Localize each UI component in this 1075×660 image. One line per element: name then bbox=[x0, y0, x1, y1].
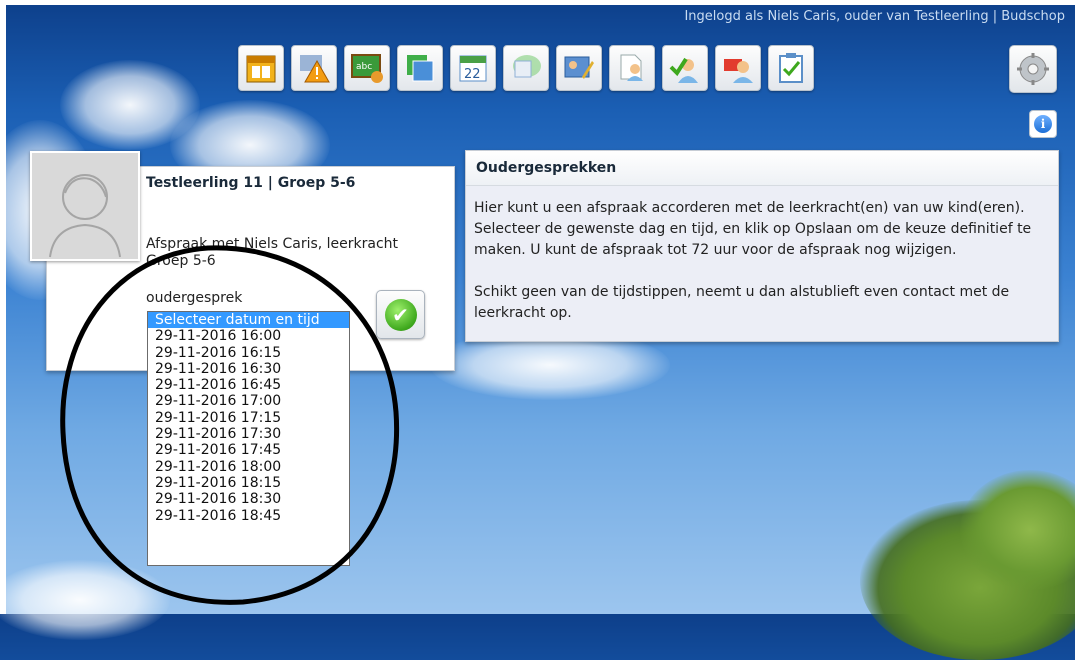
info-panel-title: Oudergesprekken bbox=[466, 151, 1058, 186]
datetime-option[interactable]: 29-11-2016 16:00 bbox=[148, 328, 349, 344]
student-title: Testleerling 11 | Groep 5-6 bbox=[146, 175, 356, 191]
clipboard-check-icon[interactable] bbox=[768, 45, 814, 91]
save-button[interactable]: ✔ bbox=[376, 290, 425, 339]
person-edit-icon[interactable] bbox=[609, 45, 655, 91]
person-check-icon[interactable] bbox=[662, 45, 708, 91]
chat-icon[interactable] bbox=[503, 45, 549, 91]
info-panel-body: Hier kunt u een afspraak accorderen met … bbox=[466, 186, 1058, 341]
appointment-type-label: oudergesprek bbox=[146, 290, 243, 306]
cloud bbox=[0, 560, 170, 640]
date-icon[interactable]: 22 bbox=[450, 45, 496, 91]
info-panel: Oudergesprekken Hier kunt u een afspraak… bbox=[465, 150, 1059, 342]
datetime-option[interactable]: 29-11-2016 17:00 bbox=[148, 393, 349, 409]
top-border bbox=[0, 0, 1075, 5]
datetime-option[interactable]: 29-11-2016 17:15 bbox=[148, 410, 349, 426]
person-card-icon[interactable] bbox=[715, 45, 761, 91]
info-paragraph: Hier kunt u een afspraak accorderen met … bbox=[474, 200, 1032, 258]
datetime-option[interactable]: 29-11-2016 17:45 bbox=[148, 442, 349, 458]
calendar-icon[interactable] bbox=[238, 45, 284, 91]
datetime-select-list[interactable]: Selecteer datum en tijd 29-11-2016 16:00 2… bbox=[147, 311, 350, 566]
datetime-option[interactable]: 29-11-2016 18:15 bbox=[148, 475, 349, 491]
info-icon: i bbox=[1034, 115, 1052, 133]
datetime-option[interactable]: 29-11-2016 16:45 bbox=[148, 377, 349, 393]
left-border bbox=[0, 0, 6, 614]
id-card-icon[interactable] bbox=[556, 45, 602, 91]
gear-icon bbox=[1017, 53, 1049, 85]
datetime-option[interactable]: 29-11-2016 16:15 bbox=[148, 345, 349, 361]
datetime-option[interactable]: 29-11-2016 18:45 bbox=[148, 508, 349, 524]
blackboard-icon[interactable]: abc bbox=[344, 45, 390, 91]
checkmark-icon: ✔ bbox=[384, 298, 417, 331]
datetime-option[interactable]: 29-11-2016 18:30 bbox=[148, 491, 349, 507]
info-button[interactable]: i bbox=[1029, 110, 1057, 138]
windows-icon[interactable] bbox=[397, 45, 443, 91]
svg-text:abc: abc bbox=[356, 62, 372, 72]
datetime-option[interactable]: 29-11-2016 17:30 bbox=[148, 426, 349, 442]
warning-icon[interactable] bbox=[291, 45, 337, 91]
select-placeholder-option[interactable]: Selecteer datum en tijd bbox=[148, 312, 349, 329]
info-paragraph: Schikt geen van de tijdstippen, neemt u … bbox=[474, 284, 1010, 321]
appointment-description: Afspraak met Niels Caris, leerkracht Gro… bbox=[146, 236, 399, 269]
settings-button[interactable] bbox=[1009, 45, 1057, 93]
avatar bbox=[30, 151, 140, 261]
login-status: Ingelogd als Niels Caris, ouder van Test… bbox=[684, 9, 1065, 24]
datetime-option[interactable]: 29-11-2016 16:30 bbox=[148, 361, 349, 377]
datetime-option[interactable]: 29-11-2016 18:00 bbox=[148, 459, 349, 475]
svg-text:22: 22 bbox=[464, 67, 481, 82]
